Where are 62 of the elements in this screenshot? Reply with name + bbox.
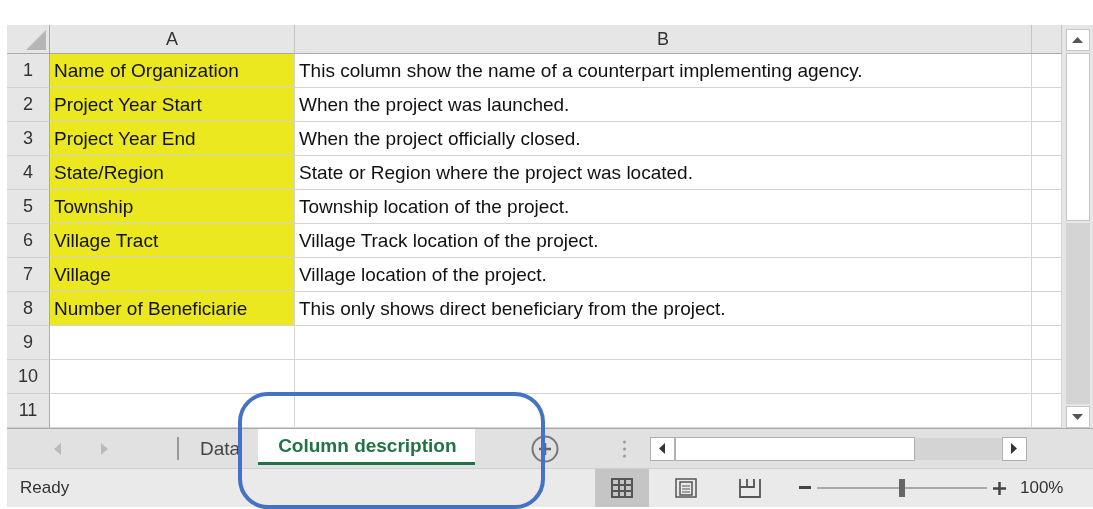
view-button[interactable] — [595, 469, 649, 507]
scroll-right-button[interactable] — [1001, 436, 1027, 461]
table-cell: When the project was launched. — [295, 88, 1032, 122]
scroll-thumb[interactable] — [674, 436, 915, 461]
table-cell: State or Region where the project was located. — [295, 156, 1032, 190]
table-cell: Village location of the project. — [295, 258, 1032, 292]
row-header[interactable]: 7 — [7, 258, 50, 292]
row-header[interactable]: 11 — [7, 394, 50, 428]
table-cell — [1032, 190, 1062, 224]
table-cell: Project Year Start — [50, 88, 295, 122]
add-sheet-icon[interactable] — [530, 434, 559, 463]
row-header[interactable]: 3 — [7, 122, 50, 156]
row-header[interactable]: 5 — [7, 190, 50, 224]
scroll-thumb[interactable] — [1065, 53, 1090, 221]
zoom-out-icon[interactable] — [799, 486, 811, 490]
row-header[interactable]: 6 — [7, 224, 50, 258]
table-cell — [1032, 258, 1062, 292]
row-header[interactable]: 10 — [7, 360, 50, 394]
row-header[interactable]: 4 — [7, 156, 50, 190]
row-header[interactable]: 8 — [7, 292, 50, 326]
table-cell: Project Year End — [50, 122, 295, 156]
table-cell: Township location of the project. — [295, 190, 1032, 224]
page-layout-icon — [674, 477, 698, 499]
row-header[interactable]: 2 — [7, 88, 50, 122]
scroll-left-button[interactable] — [649, 436, 675, 461]
table-cell: State/Region — [50, 156, 295, 190]
table-cell: This column show the name of a counterpart implementing agency. — [295, 54, 1032, 88]
left-arrow-icon — [659, 443, 666, 454]
sheet-tab[interactable]: Column description — [258, 429, 475, 465]
table-cell: Village Tract — [50, 224, 295, 258]
down-arrow-icon — [1072, 414, 1083, 420]
table-cell — [1032, 224, 1062, 258]
row-header[interactable]: 1 — [7, 54, 50, 88]
table-cell: When the project officially closed. — [295, 122, 1032, 156]
table-cell — [1032, 326, 1062, 360]
table-cell — [1032, 54, 1062, 88]
zoom-slider-thumb[interactable] — [899, 479, 905, 497]
table-cell: Name of Organization — [50, 54, 295, 88]
status-text: Ready — [20, 478, 70, 498]
column-header[interactable]: B — [295, 25, 1032, 54]
table-cell: Township — [50, 190, 295, 224]
up-arrow-icon — [1072, 37, 1083, 43]
page-break-icon — [738, 477, 762, 499]
sheet-tab[interactable]: Data — [185, 429, 259, 468]
table-cell — [1032, 292, 1062, 326]
scroll-down-button[interactable] — [1065, 406, 1090, 428]
table-cell — [1032, 360, 1062, 394]
table-cell — [1032, 156, 1062, 190]
normal-view-icon — [610, 477, 634, 499]
table-cell: This only shows direct beneficiary from the project. — [295, 292, 1032, 326]
table-cell: Village Track location of the project. — [295, 224, 1032, 258]
column-header[interactable]: A — [50, 25, 295, 54]
table-cell: Village — [50, 258, 295, 292]
zoom-level-text[interactable]: 100% — [1020, 478, 1064, 498]
table-cell — [1032, 122, 1062, 156]
zoom-in-icon[interactable] — [993, 481, 1006, 495]
right-arrow-icon — [1011, 443, 1018, 454]
table-cell: Number of Beneficiarie — [50, 292, 295, 326]
table-cell — [1032, 88, 1062, 122]
scroll-up-button[interactable] — [1065, 29, 1090, 51]
splitter-handle-icon[interactable] — [622, 439, 626, 458]
row-header[interactable]: 9 — [7, 326, 50, 360]
